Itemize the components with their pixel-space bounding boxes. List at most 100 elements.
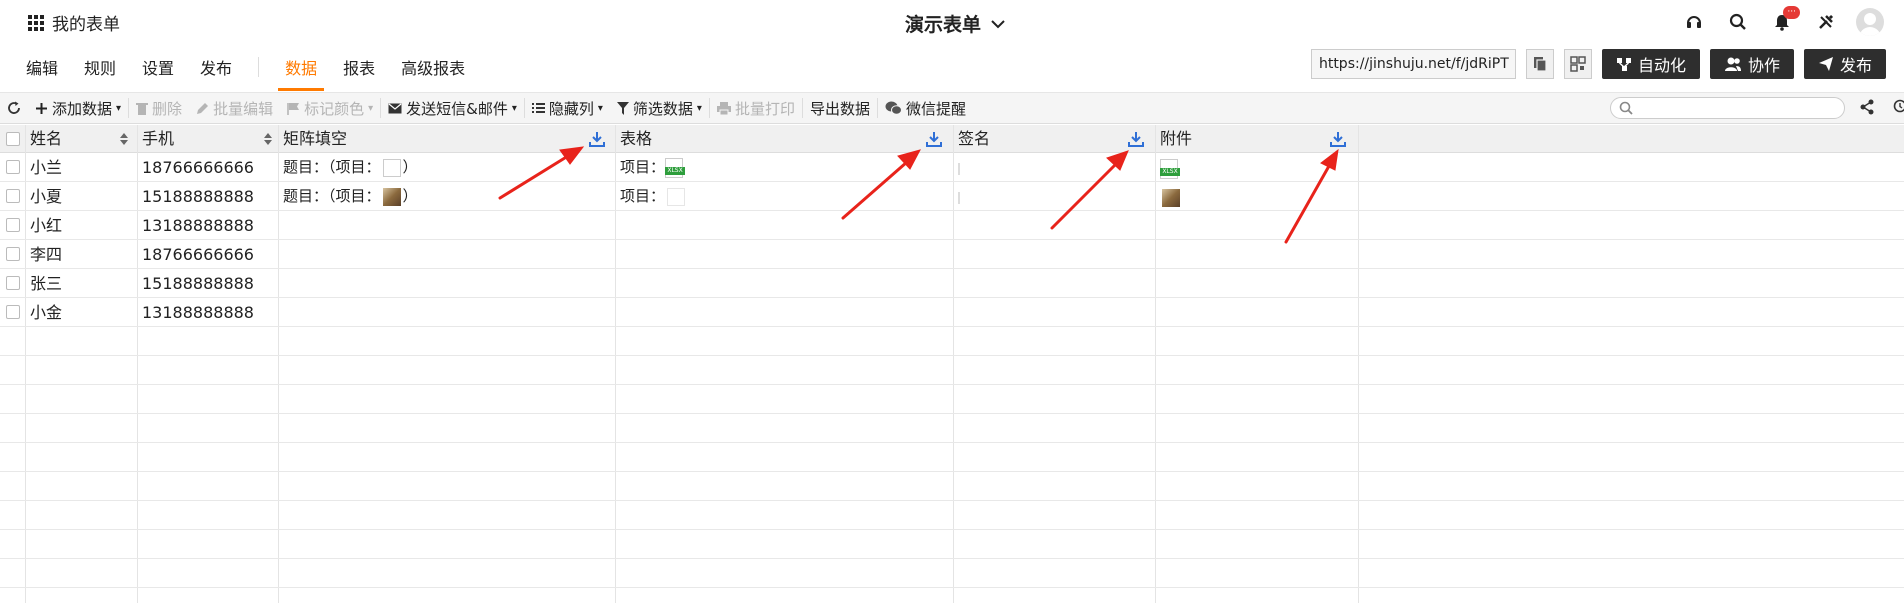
image-thumbnail[interactable] xyxy=(382,187,401,206)
send-sms-email-label: 发送短信&邮件 xyxy=(406,99,508,118)
apps-grid-icon xyxy=(28,14,44,31)
cell-phone: 18766666666 xyxy=(142,245,254,264)
caret-icon: ▾ xyxy=(116,102,122,114)
table-row[interactable]: 小金 13188888888 xyxy=(0,298,1904,327)
empty-row xyxy=(0,472,1904,501)
table-prefix: 项目： xyxy=(620,187,666,205)
row-checkbox[interactable] xyxy=(6,276,20,290)
tab-reports[interactable]: 报表 xyxy=(343,55,375,79)
matrix-suffix: ） xyxy=(402,158,418,176)
hide-columns-button[interactable]: 隐藏列 ▾ xyxy=(525,92,610,124)
form-title-dropdown[interactable]: 演示表单 xyxy=(905,10,1005,37)
refresh-button[interactable] xyxy=(0,92,28,124)
caret-icon: ▾ xyxy=(511,102,517,114)
search-input[interactable] xyxy=(1610,97,1845,119)
empty-row xyxy=(0,559,1904,588)
nav-divider xyxy=(258,57,260,77)
table-row[interactable]: 李四 18766666666 xyxy=(0,240,1904,269)
matrix-prefix: 题目：（项目： xyxy=(283,187,381,205)
tools-icon[interactable] xyxy=(1812,8,1840,36)
caret-icon: ▾ xyxy=(696,102,702,114)
cell-name: 张三 xyxy=(30,274,63,293)
export-data-button[interactable]: 导出数据 xyxy=(803,92,877,124)
wechat-remind-button[interactable]: 微信提醒 xyxy=(878,92,973,124)
xlsx-label: XLSX xyxy=(1160,167,1180,176)
signature-thumbnail[interactable] xyxy=(958,162,960,175)
chevron-down-icon xyxy=(991,19,1005,28)
signature-thumbnail[interactable] xyxy=(958,191,960,204)
cell-name: 小兰 xyxy=(30,158,63,177)
filter-data-button[interactable]: 筛选数据 ▾ xyxy=(610,92,709,124)
cell-signature xyxy=(954,182,960,211)
pencil-icon xyxy=(197,102,209,114)
user-avatar[interactable] xyxy=(1856,8,1884,36)
form-url-field[interactable]: https://jinshuju.net/f/jdRiPT xyxy=(1310,49,1516,79)
row-checkbox[interactable] xyxy=(6,247,20,261)
wechat-remind-label: 微信提醒 xyxy=(905,99,966,118)
table-row[interactable]: 张三 15188888888 xyxy=(0,269,1904,298)
tab-advanced-reports[interactable]: 高级报表 xyxy=(401,55,465,79)
data-toolbar: 添加数据 ▾ 删除 批量编辑 标记颜色 ▾ 发送短信&邮件 ▾ 隐藏列 ▾ 筛选数据 ▾ … xyxy=(0,92,1904,124)
tab-data[interactable]: 数据 xyxy=(278,55,325,91)
image-thumbnail[interactable] xyxy=(1162,188,1180,207)
printer-icon xyxy=(716,101,731,115)
cell-phone: 15188888888 xyxy=(142,187,254,206)
notification-badge: ··· xyxy=(1783,6,1800,19)
nav-settings[interactable]: 设置 xyxy=(142,55,174,79)
xlsx-file-icon[interactable]: XLSX xyxy=(665,157,686,178)
publish-button[interactable]: 发布 xyxy=(1803,49,1886,79)
empty-row xyxy=(0,501,1904,530)
image-thumbnail[interactable] xyxy=(382,158,401,177)
empty-row xyxy=(0,385,1904,414)
cell-phone: 15188888888 xyxy=(142,274,254,293)
notification-bell-icon[interactable]: ··· xyxy=(1768,6,1800,36)
qr-code-button[interactable] xyxy=(1563,49,1592,79)
history-icon[interactable] xyxy=(1892,99,1904,113)
automation-button[interactable]: 自动化 xyxy=(1601,49,1700,79)
mark-color-button[interactable]: 标记颜色 ▾ xyxy=(280,92,380,124)
image-thumbnail[interactable] xyxy=(667,187,686,206)
table-row[interactable]: 小红 13188888888 xyxy=(0,211,1904,240)
filter-data-label: 筛选数据 xyxy=(632,99,693,118)
bulk-edit-label: 批量编辑 xyxy=(213,99,274,118)
cell-name: 小红 xyxy=(30,216,63,235)
row-checkbox[interactable] xyxy=(6,189,20,203)
share-icon[interactable] xyxy=(1860,99,1874,115)
publish-label: 发布 xyxy=(1839,56,1872,75)
xlsx-label: XLSX xyxy=(665,166,686,175)
cell-table: 项目： XLSX xyxy=(616,153,686,182)
bulk-edit-button[interactable]: 批量编辑 xyxy=(189,92,280,124)
users-icon xyxy=(1724,57,1741,71)
table-row[interactable]: 小兰 18766666666 题目：（项目：） 项目： XLSX XLSX xyxy=(0,153,1904,182)
my-forms-link[interactable]: 我的表单 xyxy=(28,10,120,35)
row-checkbox[interactable] xyxy=(6,160,20,174)
add-data-button[interactable]: 添加数据 ▾ xyxy=(28,92,128,124)
empty-row xyxy=(0,530,1904,559)
row-checkbox[interactable] xyxy=(6,218,20,232)
cell-signature xyxy=(954,153,960,182)
nav-edit[interactable]: 编辑 xyxy=(26,55,58,79)
nav-publish[interactable]: 发布 xyxy=(200,55,232,79)
empty-row xyxy=(0,356,1904,385)
search-icon[interactable] xyxy=(1724,8,1752,36)
cell-matrix-fill: 题目：（项目： ） xyxy=(279,153,418,182)
bulk-print-button[interactable]: 批量打印 xyxy=(710,92,802,124)
xlsx-file-icon[interactable]: XLSX xyxy=(1160,158,1180,179)
cell-phone: 13188888888 xyxy=(142,216,254,235)
copy-icon xyxy=(1533,57,1547,72)
table-row[interactable]: 小夏 15188888888 题目：（项目： ） 项目： xyxy=(0,182,1904,211)
trash-icon xyxy=(136,102,149,115)
delete-button[interactable]: 删除 xyxy=(129,92,189,124)
flag-icon xyxy=(287,102,300,115)
support-icon[interactable] xyxy=(1680,8,1708,36)
nav-rules[interactable]: 规则 xyxy=(84,55,116,79)
mark-color-label: 标记颜色 xyxy=(304,99,365,118)
empty-row xyxy=(0,414,1904,443)
row-checkbox[interactable] xyxy=(6,305,20,319)
automation-label: 自动化 xyxy=(1637,56,1686,75)
empty-row xyxy=(0,327,1904,356)
cell-name: 李四 xyxy=(30,245,63,264)
send-sms-email-button[interactable]: 发送短信&邮件 ▾ xyxy=(381,92,524,124)
collaborate-button[interactable]: 协作 xyxy=(1709,49,1794,79)
copy-link-button[interactable] xyxy=(1525,49,1554,79)
